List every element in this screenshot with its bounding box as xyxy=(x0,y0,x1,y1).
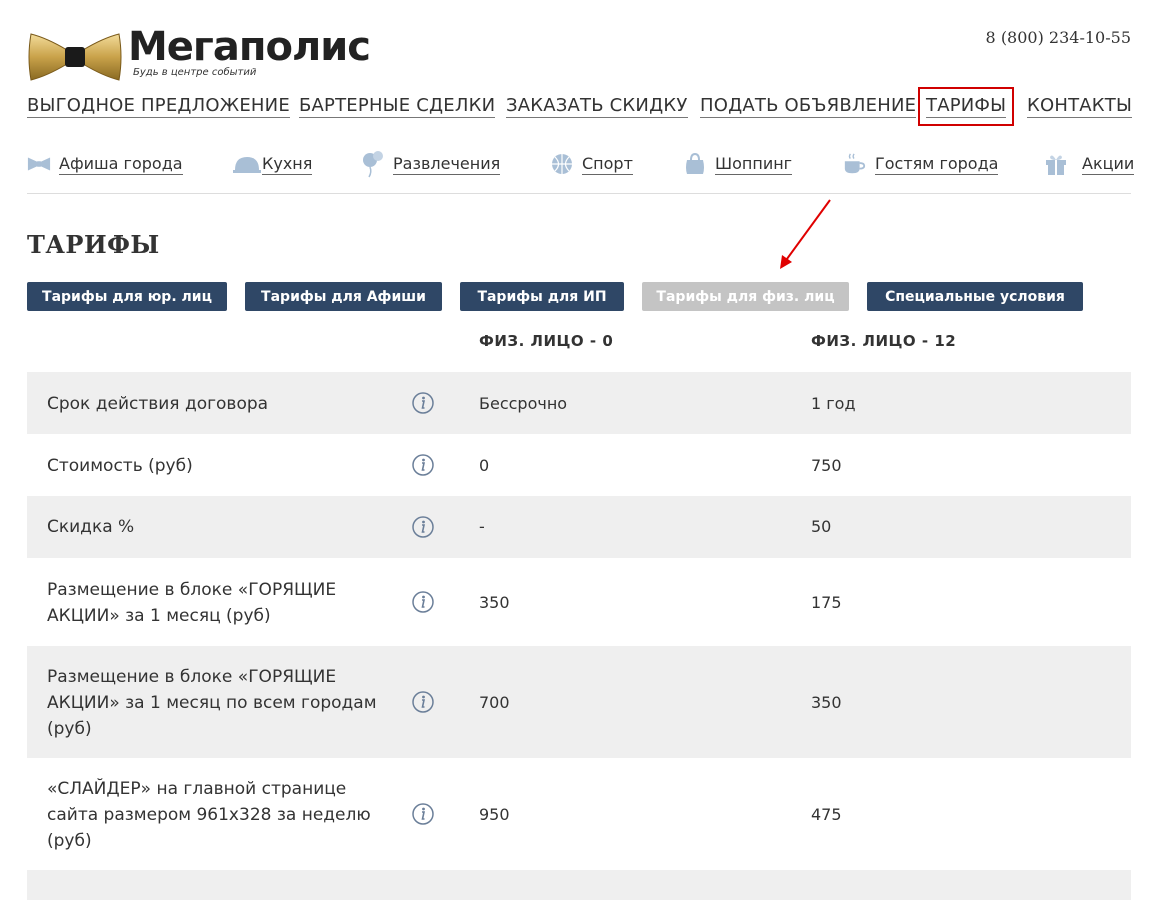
gift-icon xyxy=(1044,152,1068,176)
category-item-guests[interactable]: Гостям города xyxy=(843,148,999,180)
row-label: Размещение в блоке «ГОРЯЩИЕ АКЦИИ» за 1 … xyxy=(47,580,337,626)
page-title: ТАРИФЫ xyxy=(27,230,160,259)
nav-item-vygodnoe[interactable]: ВЫГОДНОЕ ПРЕДЛОЖЕНИЕ xyxy=(27,95,290,118)
column-header: ФИЗ. ЛИЦО - 0 xyxy=(479,332,614,350)
table-row xyxy=(27,870,1131,900)
basketball-icon xyxy=(550,152,574,176)
cloche-icon xyxy=(232,152,262,176)
tab-ip[interactable]: Тарифы для ИП xyxy=(460,282,624,311)
info-icon[interactable] xyxy=(412,691,434,713)
info-icon[interactable] xyxy=(412,591,434,613)
nav-item-post-ad[interactable]: ПОДАТЬ ОБЪЯВЛЕНИЕ xyxy=(700,95,917,118)
row-label: Скидка % xyxy=(47,517,135,537)
row-label: Срок действия договора xyxy=(47,394,269,414)
tariff-tabs: Тарифы для юр. лиц Тарифы для Афиши Тари… xyxy=(27,282,1131,312)
nav-item-contacts[interactable]: КОНТАКТЫ xyxy=(1027,95,1133,118)
category-item-shopping[interactable]: Шоппинг xyxy=(683,148,793,180)
table-row: Размещение в блоке «ГОРЯЩИЕ АКЦИИ» за 1 … xyxy=(27,646,1131,758)
value-cell: 1 год xyxy=(811,394,856,413)
column-header: ФИЗ. ЛИЦО - 12 xyxy=(811,332,957,350)
category-label: Развлечения xyxy=(393,153,501,175)
table-row: Скидка % - 50 xyxy=(27,496,1131,558)
value-cell: 175 xyxy=(811,593,842,612)
value-cell: - xyxy=(479,517,485,536)
category-item-promos[interactable]: Акции xyxy=(1044,148,1135,180)
table-row: Срок действия договора Бессрочно 1 год xyxy=(27,372,1131,434)
bow-tie-icon xyxy=(28,33,122,81)
category-label: Афиша города xyxy=(59,153,183,175)
brand-tagline: Будь в центре событий xyxy=(133,67,257,78)
category-label: Акции xyxy=(1082,153,1135,175)
category-item-afisha[interactable]: Афиша города xyxy=(27,148,183,180)
table-row: Стоимость (руб) 0 750 xyxy=(27,434,1131,496)
site-logo[interactable]: Мегаполис Будь в центре событий xyxy=(27,24,371,84)
value-cell: 350 xyxy=(811,693,842,712)
phone-number[interactable]: 8 (800) 234-10-55 xyxy=(986,28,1131,47)
row-label: Размещение в блоке «ГОРЯЩИЕ АКЦИИ» за 1 … xyxy=(47,667,377,739)
nav-item-discount[interactable]: ЗАКАЗАТЬ СКИДКУ xyxy=(506,95,688,118)
shopping-bag-icon xyxy=(683,152,707,176)
value-cell: 50 xyxy=(811,517,832,536)
table-row: «СЛАЙДЕР» на главной странице сайта разм… xyxy=(27,758,1131,870)
value-cell: 0 xyxy=(479,456,490,475)
info-icon[interactable] xyxy=(412,803,434,825)
category-nav: Афиша города Кухня Развлечения Спорт Шоп… xyxy=(27,148,1135,188)
category-item-sport[interactable]: Спорт xyxy=(550,148,633,180)
balloons-icon xyxy=(361,151,385,178)
value-cell: 950 xyxy=(479,805,510,824)
value-cell: 475 xyxy=(811,805,842,824)
info-icon[interactable] xyxy=(412,516,434,538)
coffee-cup-icon xyxy=(843,152,867,176)
tariff-table: Срок действия договора Бессрочно 1 год С… xyxy=(27,372,1131,900)
category-label: Шоппинг xyxy=(715,153,793,175)
value-cell: 350 xyxy=(479,593,510,612)
value-cell: Бессрочно xyxy=(479,394,568,413)
category-item-entertainment[interactable]: Развлечения xyxy=(361,148,501,180)
category-item-kitchen[interactable]: Кухня xyxy=(232,148,313,180)
category-label: Гостям города xyxy=(875,153,999,175)
tab-afisha[interactable]: Тарифы для Афиши xyxy=(245,282,442,311)
tab-individuals[interactable]: Тарифы для физ. лиц xyxy=(642,282,849,311)
bow-tie-icon xyxy=(27,152,51,176)
divider xyxy=(27,193,1131,194)
table-row: Размещение в блоке «ГОРЯЩИЕ АКЦИИ» за 1 … xyxy=(27,558,1131,646)
brand-name: Мегаполис xyxy=(128,24,371,70)
info-icon[interactable] xyxy=(412,392,434,414)
tab-legal-entities[interactable]: Тарифы для юр. лиц xyxy=(27,282,227,311)
main-nav: ВЫГОДНОЕ ПРЕДЛОЖЕНИЕ БАРТЕРНЫЕ СДЕЛКИ ЗА… xyxy=(27,87,1133,126)
nav-item-barter[interactable]: БАРТЕРНЫЕ СДЕЛКИ xyxy=(299,95,496,118)
tab-special-conditions[interactable]: Специальные условия xyxy=(867,282,1083,311)
value-cell: 750 xyxy=(811,456,842,475)
nav-item-tariffs[interactable]: ТАРИФЫ xyxy=(917,87,1015,126)
annotation-arrow-icon xyxy=(780,199,831,269)
row-label: «СЛАЙДЕР» на главной странице сайта разм… xyxy=(47,779,371,851)
category-label: Спорт xyxy=(582,153,633,175)
category-label: Кухня xyxy=(262,153,313,175)
info-icon[interactable] xyxy=(412,454,434,476)
row-label: Стоимость (руб) xyxy=(47,456,193,476)
value-cell: 700 xyxy=(479,693,510,712)
